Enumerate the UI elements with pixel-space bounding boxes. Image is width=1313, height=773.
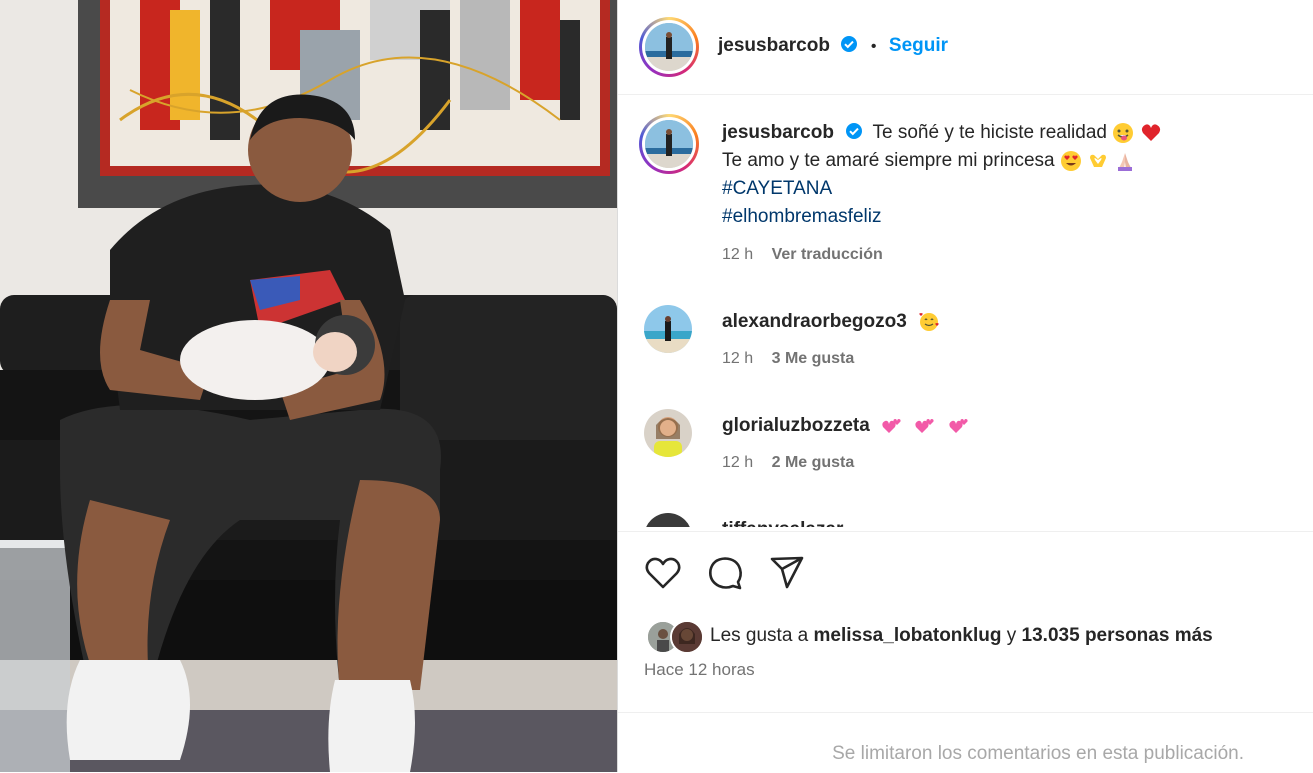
- commenter-avatar[interactable]: [644, 409, 692, 457]
- comments-section[interactable]: jesusbarcob Te soñé y te hiciste realida…: [618, 95, 1313, 527]
- commenter-username[interactable]: alexandraorbegozo3: [722, 311, 907, 332]
- comment-likes[interactable]: 3 Me gusta: [772, 350, 855, 367]
- red-heart-emoji-icon: [1141, 124, 1160, 141]
- commenter-avatar[interactable]: [644, 513, 692, 527]
- author-avatar[interactable]: [639, 17, 699, 77]
- praying-hands-emoji-icon: [1118, 152, 1133, 171]
- caption-author-avatar[interactable]: [639, 114, 699, 174]
- heart-hands-emoji-icon: [1090, 154, 1107, 167]
- likes-prefix: Les gusta a: [710, 625, 809, 646]
- verified-badge-icon: [846, 123, 863, 139]
- likes-count-link[interactable]: 13.035 personas más: [1022, 625, 1213, 646]
- heart-icon[interactable]: [644, 554, 682, 592]
- translate-button[interactable]: Ver traducción: [772, 246, 883, 263]
- comment-time[interactable]: 12 h: [722, 350, 753, 367]
- posted-time[interactable]: Hace 12 horas: [644, 660, 755, 680]
- two-hearts-emoji-icon: [948, 419, 968, 433]
- caption-username[interactable]: jesusbarcob: [722, 122, 834, 143]
- likes-text: Les gusta a melissa_lobatonklug y 13.035…: [710, 625, 1213, 647]
- smiling-face-with-hearts-emoji-icon: [919, 313, 939, 331]
- post-image: [0, 0, 617, 772]
- commenter-username[interactable]: glorialuzbozzeta: [722, 415, 870, 436]
- liker-avatar[interactable]: [670, 620, 704, 654]
- tongue-face-emoji-icon: [1113, 122, 1134, 143]
- commenter-username[interactable]: tiffanysalazar: [722, 519, 843, 527]
- caption-text-line2: Te amo y te amaré siempre mi princesa: [722, 150, 1055, 171]
- verified-badge-icon: [841, 36, 858, 52]
- post-header: jesusbarcob • Seguir: [618, 0, 1313, 95]
- commenter-avatar[interactable]: [644, 305, 692, 353]
- separator-dot: •: [870, 38, 877, 55]
- actions-divider: [618, 531, 1313, 532]
- two-hearts-emoji-icon: [882, 419, 901, 433]
- comments-limited-notice: Se limitaron los comentarios en esta pub…: [832, 743, 1244, 764]
- comment-time[interactable]: 12 h: [722, 454, 753, 471]
- heart-eyes-emoji-icon: [1060, 150, 1081, 171]
- caption-time[interactable]: 12 h: [722, 246, 753, 263]
- post-photo: [0, 0, 617, 772]
- post-caption: jesusbarcob Te soñé y te hiciste realida…: [722, 119, 1293, 269]
- comment-icon[interactable]: [706, 554, 744, 592]
- likes-user-link[interactable]: melissa_lobatonklug: [814, 625, 1002, 646]
- two-hearts-emoji-icon: [915, 419, 934, 433]
- hashtag-cayetana[interactable]: #CAYETANA: [722, 175, 1293, 203]
- author-username[interactable]: jesusbarcob: [718, 35, 830, 56]
- comment-likes[interactable]: 2 Me gusta: [772, 454, 855, 471]
- comment-footer: Se limitaron los comentarios en esta pub…: [618, 712, 1313, 773]
- hashtag-elhombremasfeliz[interactable]: #elhombremasfeliz: [722, 203, 1293, 231]
- follow-button[interactable]: Seguir: [889, 35, 948, 56]
- share-icon[interactable]: [768, 554, 806, 592]
- likes-connector: y: [1006, 625, 1017, 646]
- post-panel: jesusbarcob • Seguir jesusbarcob Te soñé…: [617, 0, 1313, 772]
- caption-text-line1: Te soñé y te hiciste realidad: [872, 122, 1107, 143]
